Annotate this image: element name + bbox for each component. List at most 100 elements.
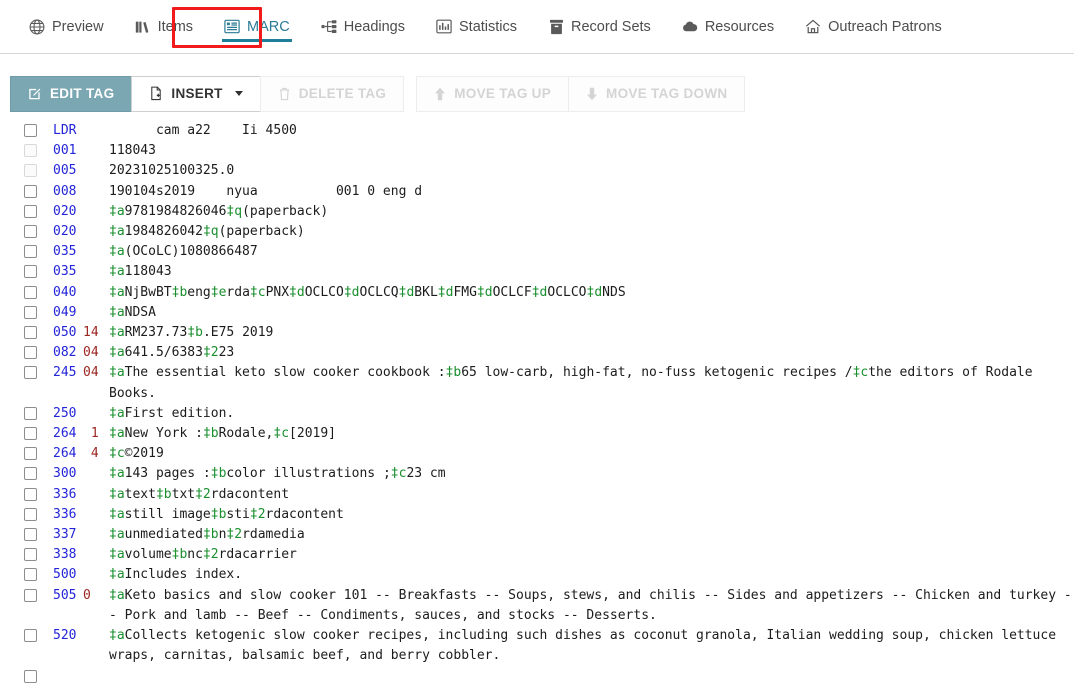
- marc-field-content: ‡aCollects ketogenic slow cooker recipes…: [109, 626, 1074, 666]
- marc-field-row[interactable]: 035 ‡a(OCoLC)1080866487: [0, 242, 1074, 262]
- marc-subfield-text: 143 pages :: [124, 466, 211, 482]
- marc-field-row[interactable]: 520 ‡aCollects ketogenic slow cooker reci…: [0, 626, 1074, 666]
- marc-subfield-code: ‡a: [109, 506, 125, 522]
- marc-field-row[interactable]: 020 ‡a9781984826046‡q(paperback): [0, 202, 1074, 222]
- marc-row-checkbox[interactable]: [24, 124, 37, 137]
- marc-row-checkbox: [24, 164, 37, 178]
- marc-subfield-code: ‡a: [109, 244, 125, 260]
- marc-subfield-text: (paperback): [242, 203, 329, 219]
- marc-tag: 020: [53, 224, 77, 240]
- marc-field-row[interactable]: 336 ‡atext‡btxt‡2rdacontent: [0, 485, 1074, 505]
- marc-row-checkbox[interactable]: [24, 629, 37, 643]
- marc-row-checkbox[interactable]: [24, 285, 37, 299]
- marc-field-content: ‡aNjBwBT‡beng‡erda‡cPNX‡dOCLCO‡dOCLCQ‡dB…: [109, 283, 1074, 303]
- marc-field-row[interactable]: 250 ‡aFirst edition.: [0, 404, 1074, 424]
- marc-indicators: 04: [83, 345, 99, 361]
- marc-row-checkbox[interactable]: [24, 487, 37, 501]
- marc-subfield-code: ‡d: [343, 284, 360, 300]
- marc-field-row[interactable]: 505 0 ‡aKeto basics and slow cooker 101 --…: [0, 586, 1074, 626]
- marc-field-row[interactable]: 338 ‡avolume‡bnc‡2rdacarrier: [0, 545, 1074, 565]
- marc-tag: 049: [53, 304, 77, 320]
- marc-field-row[interactable]: 082 04 ‡a641.5/6383‡223: [0, 343, 1074, 363]
- marc-field-content: ‡aRM237.73‡b.E75 2019: [109, 323, 1074, 343]
- marc-subfield-code: ‡b: [210, 466, 227, 482]
- marc-field-row[interactable]: 040 ‡aNjBwBT‡beng‡erda‡cPNX‡dOCLCO‡dOCLCQ…: [0, 283, 1074, 303]
- marc-row-checkbox[interactable]: [24, 326, 37, 340]
- marc-row-checkbox[interactable]: [24, 366, 37, 380]
- marc-row-checkbox[interactable]: [24, 245, 37, 259]
- marc-row-checkbox[interactable]: [24, 548, 37, 562]
- marc-row-checkbox[interactable]: [24, 588, 37, 602]
- marc-field-row[interactable]: 020 ‡a1984826042‡q(paperback): [0, 222, 1074, 242]
- tab-items[interactable]: Items: [124, 1, 204, 53]
- delete-tag-button[interactable]: DELETE TAG: [259, 75, 405, 112]
- marc-subfield-code: ‡d: [289, 284, 305, 300]
- marc-field-row[interactable]: 035 ‡a118043: [0, 262, 1074, 282]
- tab-statistics[interactable]: Statistics: [425, 1, 528, 53]
- tab-marc[interactable]: MARC: [213, 1, 301, 53]
- edit-tag-button[interactable]: EDIT TAG: [10, 75, 133, 112]
- marc-row-checkbox[interactable]: [24, 406, 37, 420]
- file-plus-icon: [149, 86, 163, 101]
- marc-subfield-text: still image: [124, 506, 211, 522]
- tab-preview[interactable]: Preview: [18, 1, 115, 53]
- marc-field-row[interactable]: 001 118043: [0, 141, 1074, 161]
- marc-field-row[interactable]: 500 ‡aIncludes index.: [0, 565, 1074, 585]
- marc-subfield-text: sti: [226, 506, 250, 522]
- marc-subfield-code: ‡c: [273, 426, 290, 442]
- marc-subfield-code: ‡a: [109, 365, 125, 381]
- marc-subfield-code: ‡2: [202, 345, 219, 361]
- marc-row-checkbox[interactable]: [24, 568, 37, 582]
- marc-row-checkbox[interactable]: [24, 305, 37, 319]
- marc-field-row[interactable]: 049 ‡aNDSA: [0, 303, 1074, 323]
- marc-tag: 040: [53, 284, 77, 300]
- marc-tag: 520: [53, 628, 77, 644]
- marc-row-checkbox[interactable]: [24, 204, 37, 218]
- move-tag-down-button[interactable]: MOVE TAG DOWN: [568, 75, 746, 112]
- marc-row-checkbox[interactable]: [24, 427, 37, 441]
- marc-field-content: ‡aKeto basics and slow cooker 101 -- Bre…: [109, 586, 1074, 626]
- marc-tag: 245: [53, 365, 77, 381]
- tab-outreach-patrons[interactable]: Outreach Patrons: [794, 1, 953, 53]
- marc-subfield-text: First edition.: [124, 405, 235, 421]
- marc-row-checkbox[interactable]: [24, 447, 37, 461]
- marc-field-row[interactable]: LDR cam a22 Ii 4500: [0, 121, 1074, 141]
- marc-subfield-text: (OCoLC)1080866487: [124, 244, 258, 260]
- marc-field-row[interactable]: 245 04 ‡aThe essential keto slow cooker co…: [0, 363, 1074, 403]
- marc-row-checkbox[interactable]: [24, 265, 37, 279]
- marc-field-row[interactable]: 050 14 ‡aRM237.73‡b.E75 2019: [0, 323, 1074, 343]
- marc-row-checkbox[interactable]: [24, 670, 37, 683]
- insert-button[interactable]: INSERT: [131, 75, 261, 112]
- marc-subfield-code: ‡d: [586, 284, 603, 300]
- marc-tag: 336: [53, 506, 77, 522]
- marc-row-checkbox[interactable]: [24, 346, 37, 360]
- marc-field-row[interactable]: 336 ‡astill image‡bsti‡2rdacontent: [0, 505, 1074, 525]
- marc-subfield-code: ‡b: [187, 325, 203, 341]
- marc-field-row[interactable]: 005 20231025100325.0: [0, 161, 1074, 181]
- marc-field-row[interactable]: 008 190104s2019 nyua 001 0 eng d: [0, 182, 1074, 202]
- marc-field-content: ‡aFirst edition.: [109, 404, 1074, 424]
- marc-tag: 300: [53, 466, 77, 482]
- marc-field-row[interactable]: 264 1 ‡aNew York :‡bRodale,‡c[2019]: [0, 424, 1074, 444]
- marc-field-row[interactable]: [0, 666, 1074, 683]
- tab-resources[interactable]: Resources: [671, 1, 785, 53]
- marc-subfield-code: ‡a: [109, 264, 125, 280]
- tab-headings[interactable]: Headings: [310, 1, 416, 53]
- marc-subfield-text: OCLCF: [492, 284, 532, 300]
- marc-row-checkbox[interactable]: [24, 225, 37, 239]
- marc-row-checkbox[interactable]: [24, 467, 37, 481]
- marc-tag: 500: [53, 567, 77, 583]
- marc-subfield-text: RM237.73: [124, 325, 188, 341]
- move-tag-up-button[interactable]: MOVE TAG UP: [416, 75, 570, 112]
- marc-row-checkbox[interactable]: [24, 528, 37, 542]
- marc-subfield-text: Rodale,: [218, 426, 274, 442]
- marc-subfield-text: Keto basics and slow cooker 101 -- Break…: [109, 587, 1072, 623]
- tab-label: Statistics: [459, 19, 518, 36]
- marc-field-row[interactable]: 337 ‡aunmediated‡bn‡2rdamedia: [0, 525, 1074, 545]
- tab-label: MARC: [247, 19, 290, 36]
- marc-field-row[interactable]: 300 ‡a143 pages :‡bcolor illustrations ;‡…: [0, 464, 1074, 484]
- marc-row-checkbox[interactable]: [24, 507, 37, 521]
- tab-record-sets[interactable]: Record Sets: [537, 1, 662, 53]
- marc-field-row[interactable]: 264 4 ‡c©2019: [0, 444, 1074, 464]
- marc-row-checkbox[interactable]: [24, 184, 37, 198]
